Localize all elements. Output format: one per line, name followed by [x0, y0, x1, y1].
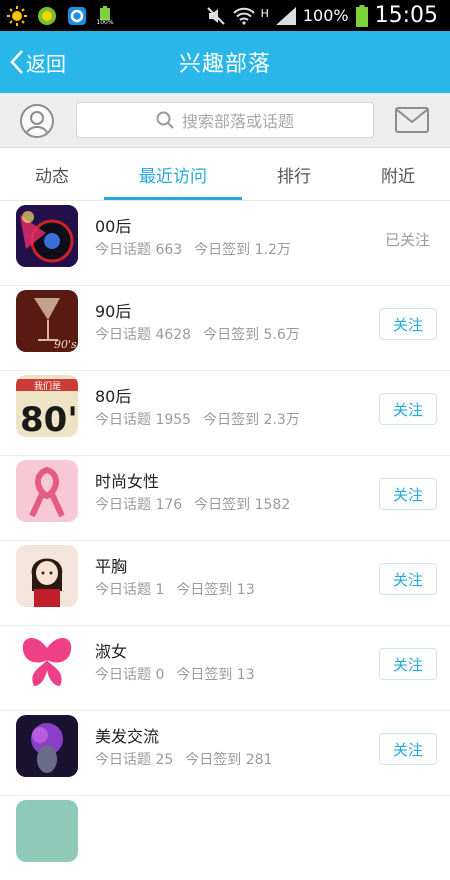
- signal-icon: [275, 5, 297, 27]
- tribe-list: 00后 今日话题 663 今日签到 1.2万 已关注 90's 90后 今日话题 …: [0, 201, 450, 880]
- network-type: H: [260, 7, 269, 20]
- tribe-checkins: 今日签到 1582: [194, 497, 291, 513]
- tribe-stats: 今日话题 25 今日签到 281: [95, 749, 272, 769]
- user-avatar-icon[interactable]: [20, 104, 54, 138]
- thumb-90-text: 90's: [54, 338, 77, 351]
- thumb-80-banner: 我们是: [34, 380, 61, 392]
- tab-ranking[interactable]: 排行: [242, 148, 346, 200]
- mute-icon: [205, 5, 227, 27]
- tab-label: 排行: [277, 166, 311, 187]
- title-bar: 兴趣部落 返回: [0, 31, 450, 93]
- tribe-stats: 今日话题 176 今日签到 1582: [95, 494, 290, 514]
- tribe-checkins: 今日签到 13: [176, 667, 255, 683]
- tribe-name: 80后: [95, 387, 132, 406]
- tribe-name: 00后: [95, 217, 132, 236]
- list-item[interactable]: 90's 90后 今日话题 4628 今日签到 5.6万 关注: [0, 286, 450, 371]
- search-placeholder: 搜索部落或话题: [181, 112, 294, 131]
- game-icon: [36, 5, 58, 27]
- list-item[interactable]: 我们是 80' 80后 今日话题 1955 今日签到 2.3万 关注: [0, 371, 450, 456]
- tab-label: 动态: [35, 166, 69, 187]
- tribe-thumbnail: [16, 800, 78, 862]
- tribe-topics: 今日话题 4628: [95, 327, 192, 343]
- tab-activity[interactable]: 动态: [0, 148, 104, 200]
- list-item[interactable]: 淑女 今日话题 0 今日签到 13 关注: [0, 626, 450, 711]
- tribe-thumbnail: [16, 715, 78, 777]
- tribe-name: 时尚女性: [95, 472, 160, 491]
- follow-button[interactable]: 关注: [379, 308, 437, 340]
- search-row: 搜索部落或话题: [0, 93, 450, 148]
- tab-nearby[interactable]: 附近: [346, 148, 450, 200]
- thumb-80-text: 80': [20, 400, 78, 437]
- tribe-thumbnail: [16, 630, 78, 692]
- follow-button[interactable]: 关注: [379, 648, 437, 680]
- tribe-name: 美发交流: [95, 727, 160, 746]
- status-bar: 100% H 100% 15:05: [0, 0, 450, 31]
- tribe-thumbnail: [16, 460, 78, 522]
- tribe-stats: 今日话题 1 今日签到 13: [95, 579, 255, 599]
- list-item[interactable]: 00后 今日话题 663 今日签到 1.2万 已关注: [0, 201, 450, 286]
- tribe-checkins: 今日签到 1.2万: [194, 242, 291, 258]
- tribe-checkins: 今日签到 5.6万: [203, 327, 300, 343]
- tribe-topics: 今日话题 25: [95, 752, 174, 768]
- search-input[interactable]: 搜索部落或话题: [76, 102, 374, 138]
- list-item[interactable]: 时尚女性 今日话题 176 今日签到 1582 关注: [0, 456, 450, 541]
- wifi-icon: [232, 5, 255, 27]
- tribe-thumbnail: 我们是 80': [16, 375, 78, 437]
- tribe-checkins: 今日签到 13: [176, 582, 255, 598]
- follow-button[interactable]: 关注: [379, 563, 437, 595]
- tribe-checkins: 今日签到 2.3万: [203, 412, 300, 428]
- mail-icon[interactable]: [395, 107, 429, 133]
- tribe-stats: 今日话题 663 今日签到 1.2万: [95, 239, 291, 259]
- tribe-topics: 今日话题 176: [95, 497, 183, 513]
- list-item-partial[interactable]: [0, 796, 450, 880]
- battery-percent: 100%: [302, 6, 349, 25]
- tab-bar: 动态 最近访问 排行 附近: [0, 148, 450, 201]
- tribe-thumbnail: [16, 545, 78, 607]
- page-title: 兴趣部落: [178, 52, 271, 77]
- tribe-topics: 今日话题 663: [95, 242, 183, 258]
- tribe-topics: 今日话题 1: [95, 582, 165, 598]
- browser-icon: [66, 5, 88, 27]
- follow-button[interactable]: 关注: [379, 393, 437, 425]
- tribe-name: 90后: [95, 302, 132, 321]
- tab-label: 附近: [381, 166, 415, 187]
- follow-button[interactable]: 关注: [379, 733, 437, 765]
- battery-small-label: 100%: [96, 18, 114, 26]
- tab-recent[interactable]: 最近访问: [104, 148, 242, 200]
- list-item[interactable]: 平胸 今日话题 1 今日签到 13 关注: [0, 541, 450, 626]
- followed-status: 已关注: [384, 230, 430, 249]
- tab-label: 最近访问: [139, 166, 207, 187]
- tribe-stats: 今日话题 1955 今日签到 2.3万: [95, 409, 300, 429]
- tribe-checkins: 今日签到 281: [185, 752, 273, 768]
- tribe-name: 淑女: [95, 642, 128, 661]
- sun-icon: [6, 5, 28, 27]
- tribe-topics: 今日话题 1955: [95, 412, 192, 428]
- tribe-thumbnail: 90's: [16, 290, 78, 352]
- battery-icon: [355, 4, 369, 27]
- back-button[interactable]: 返回: [10, 31, 66, 93]
- list-item[interactable]: 美发交流 今日话题 25 今日签到 281 关注: [0, 711, 450, 796]
- follow-button[interactable]: 关注: [379, 478, 437, 510]
- tribe-stats: 今日话题 0 今日签到 13: [95, 664, 255, 684]
- battery-small-icon: 100%: [96, 5, 114, 27]
- tribe-name: 平胸: [95, 557, 128, 576]
- clock: 15:05: [374, 3, 438, 28]
- search-icon: [156, 111, 174, 129]
- tribe-thumbnail: [16, 205, 78, 267]
- tribe-topics: 今日话题 0: [95, 667, 165, 683]
- chevron-left-icon: [10, 49, 24, 75]
- back-label: 返回: [26, 51, 66, 76]
- tribe-stats: 今日话题 4628 今日签到 5.6万: [95, 324, 300, 344]
